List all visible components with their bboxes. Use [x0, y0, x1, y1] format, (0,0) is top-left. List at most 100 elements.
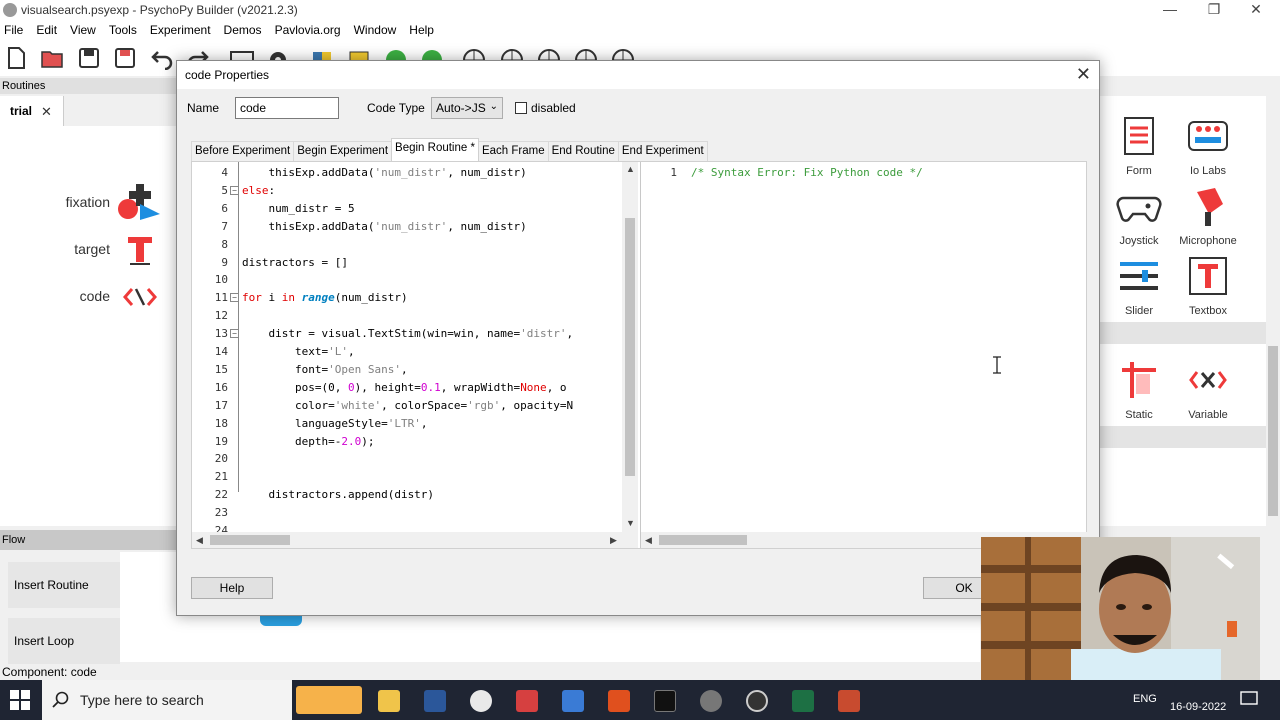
save-icon[interactable] [77, 46, 101, 70]
scroll-up-arrow-icon[interactable]: ▲ [626, 164, 635, 174]
menu-tools[interactable]: Tools [109, 23, 137, 37]
code-line[interactable]: 8 [192, 236, 622, 254]
menu-edit[interactable]: Edit [36, 23, 57, 37]
component-static[interactable]: Static [1104, 358, 1174, 421]
taskbar-search-box[interactable]: Type here to search [42, 680, 292, 720]
component-textbox[interactable]: Textbox [1173, 254, 1243, 317]
search-highlight-icon[interactable] [296, 686, 362, 714]
scroll-down-arrow-icon[interactable]: ▼ [626, 518, 635, 528]
menu-window[interactable]: Window [354, 23, 397, 37]
matlab-icon[interactable] [562, 690, 584, 712]
code-line[interactable]: 13− distr = visual.TextStim(win=win, nam… [192, 325, 622, 343]
component-variable[interactable]: Variable [1173, 358, 1243, 421]
new-file-icon[interactable] [4, 46, 28, 70]
code-line[interactable]: 21 [192, 468, 622, 486]
tab-end-experiment[interactable]: End Experiment [617, 141, 708, 161]
window-close-button[interactable]: ✕ [1234, 0, 1278, 20]
code-line[interactable]: 1/* Syntax Error: Fix Python code */ [641, 164, 1071, 182]
code-line[interactable]: 12 [192, 307, 622, 325]
insert-loop-button[interactable]: Insert Loop [8, 618, 120, 664]
tab-each-frame[interactable]: Each Frame [477, 141, 549, 161]
minimize-button[interactable]: — [1148, 0, 1192, 20]
component-iolabs[interactable]: Io Labs [1173, 114, 1243, 177]
app-red-icon[interactable] [516, 690, 538, 712]
terminal-icon[interactable] [654, 690, 676, 712]
code-line[interactable]: 17 color='white', colorSpace='rgb', opac… [192, 397, 622, 415]
component-microphone[interactable]: Microphone [1173, 184, 1243, 247]
name-input[interactable] [235, 97, 339, 119]
slider-icon [1120, 262, 1158, 290]
component-joystick[interactable]: Joystick [1104, 184, 1174, 247]
routines-header: Routines [0, 78, 180, 94]
code-line[interactable]: 4 thisExp.addData('num_distr', num_distr… [192, 164, 622, 182]
code-line[interactable]: 6 num_distr = 5 [192, 200, 622, 218]
code-line[interactable]: 11− for i in range(num_distr) [192, 289, 622, 307]
code-line[interactable]: 5− else: [192, 182, 622, 200]
code-type-select[interactable]: Auto->JS ⌄ [431, 97, 503, 119]
code-line[interactable]: 19 depth=-2.0); [192, 433, 622, 451]
component-label-target[interactable]: target [0, 241, 110, 257]
disabled-label: disabled [531, 101, 576, 115]
psychopy-taskbar-icon[interactable] [700, 690, 722, 712]
taskbar-date[interactable]: 16-09-2022 [1170, 701, 1226, 713]
code-line[interactable]: 20 [192, 450, 622, 468]
python-code-editor[interactable]: 4 thisExp.addData('num_distr', num_distr… [192, 162, 638, 548]
code-line[interactable]: 10 [192, 271, 622, 289]
insert-routine-button[interactable]: Insert Routine [8, 562, 120, 608]
code-line[interactable]: 22 distractors.append(distr) [192, 486, 622, 504]
python-vertical-scrollbar[interactable]: ▲ ▼ [622, 162, 638, 532]
maximize-button[interactable]: ❐ [1192, 0, 1236, 20]
chrome-icon[interactable] [470, 690, 492, 712]
menu-help[interactable]: Help [409, 23, 434, 37]
undo-icon[interactable] [150, 46, 174, 70]
code-line[interactable]: 15 font='Open Sans', [192, 361, 622, 379]
word-icon[interactable] [424, 690, 446, 712]
component-label-fixation[interactable]: fixation [0, 194, 110, 210]
speedometer-icon[interactable] [746, 690, 768, 712]
language-indicator[interactable]: ENG [1133, 693, 1157, 705]
code-component-icon[interactable] [122, 286, 158, 308]
help-button[interactable]: Help [191, 577, 273, 599]
excel-icon[interactable] [792, 690, 814, 712]
javascript-code-editor[interactable]: 1/* Syntax Error: Fix Python code */ ◀ [640, 162, 1087, 548]
code-line[interactable]: 9 distractors = [] [192, 254, 622, 272]
scroll-left-arrow-icon[interactable]: ◀ [196, 535, 203, 546]
code-line[interactable]: 7 thisExp.addData('num_distr', num_distr… [192, 218, 622, 236]
scroll-right-arrow-icon[interactable]: ▶ [610, 535, 617, 546]
js-scroll-left-arrow-icon[interactable]: ◀ [645, 535, 652, 546]
webcam-overlay [981, 537, 1260, 695]
windows-start-icon[interactable] [10, 690, 30, 710]
menu-view[interactable]: View [70, 23, 96, 37]
component-slider[interactable]: Slider [1104, 254, 1174, 317]
menu-demos[interactable]: Demos [224, 23, 262, 37]
menu-experiment[interactable]: Experiment [150, 23, 211, 37]
tab-begin-routine[interactable]: Begin Routine * [391, 138, 479, 161]
tab-end-routine[interactable]: End Routine [547, 141, 619, 161]
dialog-close-icon[interactable]: ✕ [1076, 64, 1091, 85]
code-line[interactable]: 14 text='L', [192, 343, 622, 361]
tab-begin-experiment[interactable]: Begin Experiment [293, 141, 393, 161]
polygon-component-icon[interactable] [116, 182, 162, 222]
powerpoint-icon[interactable] [838, 690, 860, 712]
save-as-icon[interactable] [113, 46, 137, 70]
text-component-icon[interactable] [126, 234, 154, 266]
file-explorer-icon[interactable] [378, 690, 400, 712]
code-line[interactable]: 16 pos=(0, 0), height=0.1, wrapWidth=Non… [192, 379, 622, 397]
psychopy-app-icon [3, 3, 17, 17]
python-horizontal-scrollbar[interactable]: ◀ ▶ [192, 532, 638, 548]
component-label-code[interactable]: code [0, 288, 110, 304]
disabled-checkbox[interactable] [515, 102, 527, 114]
code-line[interactable]: 23 [192, 504, 622, 522]
menu-pavlovia[interactable]: Pavlovia.org [275, 23, 341, 37]
open-folder-icon[interactable] [40, 46, 64, 70]
components-scrollbar[interactable] [1266, 96, 1280, 526]
code-line[interactable]: 18 languageStyle='LTR', [192, 415, 622, 433]
office-icon[interactable] [608, 690, 630, 712]
component-form[interactable]: Form [1104, 114, 1174, 177]
component-iolabs-label: Io Labs [1189, 165, 1227, 177]
tab-before-experiment[interactable]: Before Experiment [191, 141, 295, 161]
routine-tab-trial[interactable]: trial ✕ [0, 96, 64, 126]
close-routine-tab-icon[interactable]: ✕ [41, 104, 52, 120]
notification-icon[interactable] [1240, 690, 1258, 708]
menu-file[interactable]: File [4, 23, 23, 37]
